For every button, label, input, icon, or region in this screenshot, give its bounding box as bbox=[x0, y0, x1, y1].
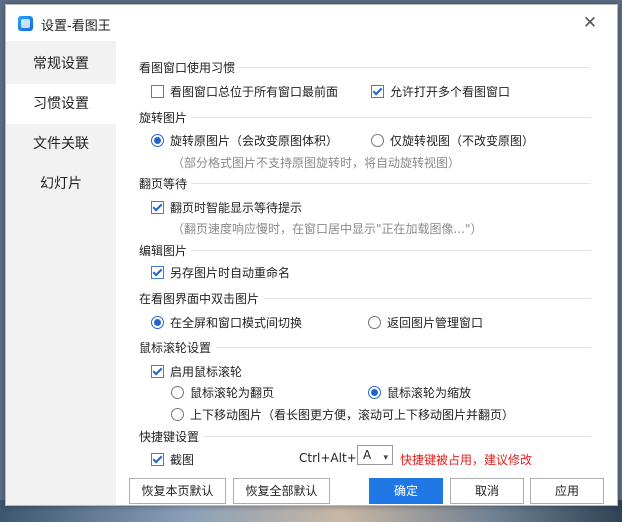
allow-multiple-windows-checkbox[interactable]: 允许打开多个看图窗口 bbox=[371, 83, 510, 100]
restore-all-defaults-button[interactable]: 恢复全部默认 bbox=[233, 478, 330, 504]
cancel-button[interactable]: 取消 bbox=[450, 478, 524, 504]
title-bar: 设置-看图王 ✕ bbox=[6, 5, 617, 41]
section-divider bbox=[191, 117, 591, 118]
radio-dot bbox=[151, 134, 164, 147]
rotate-original-radio[interactable]: 旋转原图片（会改变原图体积） bbox=[151, 132, 338, 149]
checkbox-box bbox=[151, 365, 164, 378]
sidebar-item-slideshow[interactable]: 幻灯片 bbox=[6, 164, 116, 204]
section-divider bbox=[204, 436, 591, 437]
option-label: 仅旋转视图（不改变原图） bbox=[390, 134, 535, 148]
hotkey-warning: 快捷键被占用，建议修改 bbox=[400, 453, 533, 467]
option-label: 上下移动图片（看长图更方便，滚动可上下移动图片并翻页） bbox=[190, 408, 515, 422]
section-title-viewer-window: 看图窗口使用习惯 bbox=[139, 61, 236, 75]
wheel-page-radio[interactable]: 鼠标滚轮为翻页 bbox=[171, 384, 274, 401]
close-icon[interactable]: ✕ bbox=[581, 14, 599, 32]
section-divider bbox=[191, 250, 591, 251]
radio-dot bbox=[371, 134, 384, 147]
enable-wheel-checkbox[interactable]: 启用鼠标滚轮 bbox=[151, 363, 242, 380]
section-title-rotate: 旋转图片 bbox=[139, 111, 188, 125]
section-title-double-click: 在看图界面中双击图片 bbox=[139, 292, 260, 306]
radio-dot bbox=[151, 316, 164, 329]
section-divider bbox=[191, 183, 591, 184]
option-label: 返回图片管理窗口 bbox=[387, 316, 484, 330]
restore-page-defaults-button[interactable]: 恢复本页默认 bbox=[129, 478, 226, 504]
option-label: 启用鼠标滚轮 bbox=[170, 365, 243, 379]
checkbox-box bbox=[151, 85, 164, 98]
option-label: 鼠标滚轮为缩放 bbox=[387, 386, 472, 400]
radio-dot bbox=[171, 386, 184, 399]
smart-wait-checkbox[interactable]: 翻页时智能显示等待提示 bbox=[151, 199, 302, 216]
toggle-fullscreen-radio[interactable]: 在全屏和窗口模式间切换 bbox=[151, 314, 302, 331]
settings-sidebar: 常规设置 习惯设置 文件关联 幻灯片 bbox=[6, 41, 116, 505]
sidebar-item-general[interactable]: 常规设置 bbox=[6, 44, 116, 84]
screenshot-hotkey-checkbox[interactable]: 截图 bbox=[151, 451, 194, 468]
option-label: 允许打开多个看图窗口 bbox=[390, 85, 511, 99]
ok-button[interactable]: 确定 bbox=[369, 478, 443, 504]
section-divider bbox=[216, 347, 591, 348]
section-title-paging-wait: 翻页等待 bbox=[139, 177, 188, 191]
app-logo-icon bbox=[18, 16, 33, 31]
option-label: 旋转原图片（会改变原图体积） bbox=[170, 134, 339, 148]
rotate-view-radio[interactable]: 仅旋转视图（不改变原图） bbox=[371, 132, 534, 149]
option-label: 在全屏和窗口模式间切换 bbox=[170, 316, 303, 330]
section-divider bbox=[238, 67, 590, 68]
option-label: 截图 bbox=[170, 453, 195, 467]
radio-dot bbox=[368, 316, 381, 329]
sidebar-item-file-association[interactable]: 文件关联 bbox=[6, 124, 116, 164]
always-on-top-checkbox[interactable]: 看图窗口总位于所有窗口最前面 bbox=[151, 83, 338, 100]
option-label: 鼠标滚轮为翻页 bbox=[190, 386, 275, 400]
checkbox-box bbox=[151, 201, 164, 214]
apply-button[interactable]: 应用 bbox=[530, 478, 604, 504]
rotate-hint: （部分格式图片不支持原图旋转时，将自动旋转视图） bbox=[172, 156, 461, 170]
back-to-manager-radio[interactable]: 返回图片管理窗口 bbox=[368, 314, 483, 331]
radio-dot bbox=[368, 386, 381, 399]
section-title-hotkey: 快捷键设置 bbox=[139, 430, 200, 444]
checkbox-box bbox=[371, 85, 384, 98]
settings-dialog: 设置-看图王 ✕ 常规设置 习惯设置 文件关联 幻灯片 看图窗口使用习惯 看图窗… bbox=[5, 4, 618, 506]
option-label: 另存图片时自动重命名 bbox=[170, 266, 291, 280]
wheel-zoom-radio[interactable]: 鼠标滚轮为缩放 bbox=[368, 384, 471, 401]
checkbox-box bbox=[151, 266, 164, 279]
option-label: 翻页时智能显示等待提示 bbox=[170, 201, 303, 215]
chevron-down-icon: ▾ bbox=[383, 453, 388, 463]
radio-dot bbox=[171, 408, 184, 421]
section-title-edit: 编辑图片 bbox=[139, 244, 188, 258]
select-value: A bbox=[363, 448, 372, 462]
sidebar-item-habits[interactable]: 习惯设置 bbox=[6, 84, 116, 124]
wheel-move-radio[interactable]: 上下移动图片（看长图更方便，滚动可上下移动图片并翻页） bbox=[171, 406, 514, 423]
section-title-mouse-wheel: 鼠标滚轮设置 bbox=[139, 341, 212, 355]
section-divider bbox=[264, 298, 591, 299]
checkbox-box bbox=[151, 453, 164, 466]
settings-content: 看图窗口使用习惯 看图窗口总位于所有窗口最前面 允许打开多个看图窗口 旋转图片 … bbox=[116, 41, 617, 505]
window-title: 设置-看图王 bbox=[41, 19, 111, 34]
auto-rename-checkbox[interactable]: 另存图片时自动重命名 bbox=[151, 264, 290, 281]
option-label: 看图窗口总位于所有窗口最前面 bbox=[170, 85, 339, 99]
paging-wait-hint: （翻页速度响应慢时，在窗口居中显示"正在加载图像..."） bbox=[172, 222, 483, 236]
hotkey-combo-label: Ctrl+Alt+ bbox=[299, 451, 357, 465]
hotkey-key-select[interactable]: A ▾ bbox=[357, 445, 393, 465]
